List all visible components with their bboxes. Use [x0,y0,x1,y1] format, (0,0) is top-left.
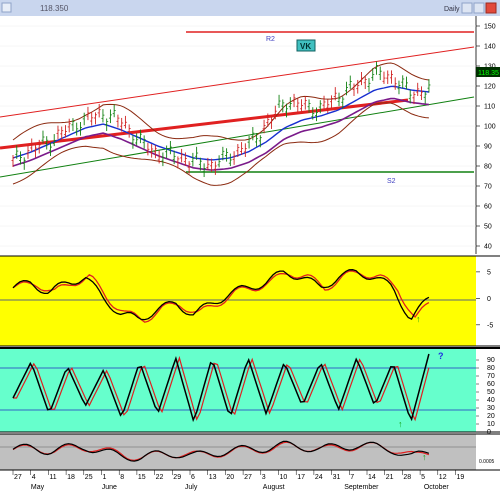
price-tick-label: 150 [484,24,496,31]
x-tick-label: 27 [244,474,252,481]
chart-canvas: 118.350 Daily 15014013012011010090807060… [0,0,500,492]
x-tick-label: 11 [49,474,56,481]
price-tick-label: 100 [484,124,496,131]
x-tick-label: 22 [156,474,164,481]
vk-label: VK [300,42,311,51]
x-tick-label: 25 [85,474,93,481]
price-panel [0,16,476,254]
x-tick-label: 7 [350,474,354,481]
x-tick-label: 28 [403,474,411,481]
window-icon [1,2,12,13]
r2-label: R2 [266,36,275,43]
x-month-label: July [185,484,198,491]
stochastic-tick-label: 50 [487,389,495,396]
momentum-tick-label: 0 [487,296,491,303]
x-tick-label: 18 [67,474,75,481]
minimize-button[interactable] [461,2,473,14]
x-tick-label: 5 [421,474,425,481]
stochastic-tick-label: 90 [487,357,495,364]
maximize-button[interactable] [473,2,485,14]
price-tick-label: 90 [484,144,492,151]
price-tick-label: 140 [484,44,496,51]
stochastic-tick-label: 80 [487,365,495,372]
x-tick-label: 10 [280,474,288,481]
x-tick-label: 19 [457,474,465,481]
stochastic-tick-label: 60 [487,381,495,388]
x-tick-label: 1 [103,474,107,481]
x-tick-label: 15 [138,474,146,481]
price-tick-label: 80 [484,164,492,171]
stochastic-up-arrow-icon: ↑ [398,419,403,429]
s2-label: S2 [387,178,396,185]
x-month-label: June [102,484,117,491]
x-tick-label: 4 [32,474,36,481]
x-tick-label: 24 [315,474,323,481]
title-value: 118.350 [40,4,69,13]
chart-window: 118.350 Daily 15014013012011010090807060… [0,0,500,492]
stochastic-tick-label: 10 [487,421,495,428]
price-tick-label: 120 [484,84,496,91]
bottom-scale-label: 0.0005 [479,459,495,465]
price-tick-label: 50 [484,224,492,231]
momentum-tick-label: 5 [487,269,491,276]
stochastic-tick-label: 20 [487,413,495,420]
x-tick-label: 13 [209,474,217,481]
x-tick-label: 6 [191,474,195,481]
period-label: Daily [444,6,460,13]
momentum-tick-label: -5 [487,322,493,329]
price-tick-label: 40 [484,244,492,251]
x-month-label: August [263,484,285,491]
price-tick-label: 70 [484,184,492,191]
x-tick-label: 31 [333,474,341,481]
x-tick-label: 29 [173,474,181,481]
stochastic-tick-label: 40 [487,397,495,404]
title-bar [0,0,500,16]
x-month-label: September [344,484,379,491]
x-tick-label: 12 [439,474,447,481]
last-price-text: 118.35 [478,70,499,77]
x-month-label: May [31,484,45,491]
x-month-label: October [424,484,450,491]
x-tick-label: 17 [297,474,305,481]
bottom-up-arrow-icon: ↑ [422,452,427,462]
x-tick-label: 21 [386,474,394,481]
stochastic-question-mark: ? [438,351,444,361]
x-tick-label: 8 [120,474,124,481]
stochastic-tick-label: 70 [487,373,495,380]
x-tick-label: 20 [226,474,234,481]
price-axis [476,16,500,254]
x-tick-label: 27 [14,474,22,481]
x-tick-label: 14 [368,474,376,481]
price-tick-label: 110 [484,104,495,111]
momentum-up-arrow-icon: ↑ [416,314,421,324]
stochastic-tick-label: 30 [487,405,495,412]
x-tick-label: 3 [262,474,266,481]
close-button[interactable] [485,2,497,14]
price-tick-label: 60 [484,204,492,211]
momentum-panel [0,256,476,346]
